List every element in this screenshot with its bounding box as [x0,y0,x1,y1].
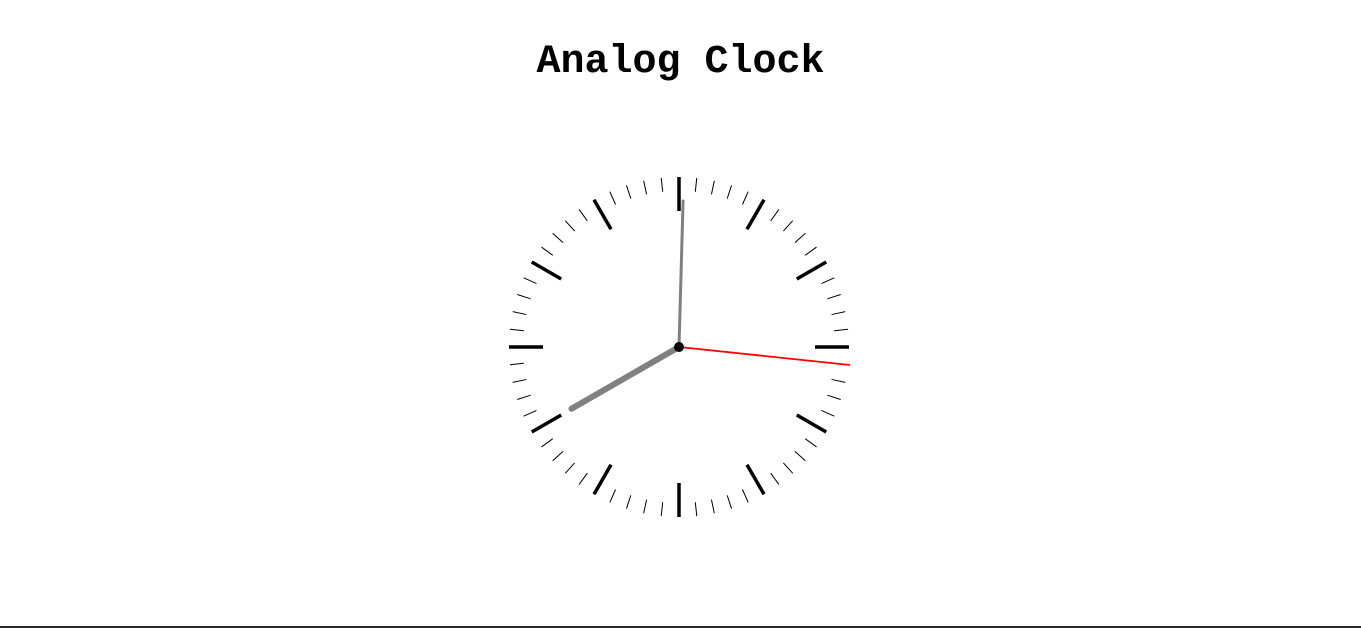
minor-tick [831,378,846,383]
minor-tick [783,462,794,474]
minor-tick [794,232,806,243]
minor-tick [710,499,715,514]
minor-tick [512,378,527,383]
center-pivot [674,342,684,352]
minor-tick [578,209,588,222]
minor-tick [552,232,564,243]
minor-tick [625,495,632,509]
minor-tick [726,185,733,199]
minor-tick [804,246,817,256]
minor-tick [578,472,588,485]
major-tick [745,198,766,231]
minor-tick [821,409,835,417]
minor-tick [564,462,575,474]
minor-tick [660,502,664,517]
minor-tick [517,293,531,300]
minor-tick [694,177,698,192]
major-tick [530,413,563,434]
minor-tick [509,362,524,366]
hour-hand [568,344,682,412]
minor-tick [512,311,527,316]
minor-tick [794,451,806,462]
minor-tick [509,328,524,332]
minor-tick [770,209,780,222]
minor-tick [643,499,648,514]
minor-tick [741,191,749,205]
minor-tick [523,277,537,285]
major-tick [795,260,828,281]
minor-tick [609,489,617,503]
minor-tick [564,220,575,232]
minor-tick [827,394,841,401]
minor-tick [660,177,664,192]
minor-tick [517,394,531,401]
minor-tick [827,293,841,300]
minor-tick [541,246,554,256]
major-tick [530,260,563,281]
major-tick [592,463,613,496]
minor-tick [541,438,554,448]
minor-tick [783,220,794,232]
minor-tick [831,311,846,316]
major-tick [795,413,828,434]
minor-tick [770,472,780,485]
major-tick [592,198,613,231]
minor-tick [834,328,849,332]
minor-tick [552,451,564,462]
minor-tick [643,180,648,195]
minor-tick [694,502,698,517]
minor-tick [609,191,617,205]
minor-tick [625,185,632,199]
major-tick [745,463,766,496]
second-hand [678,346,851,366]
minor-tick [821,277,835,285]
page-title: Analog Clock [536,40,825,85]
minor-tick [710,180,715,195]
minute-hand [677,199,685,349]
minor-tick [741,489,749,503]
minor-tick [726,495,733,509]
minor-tick [523,409,537,417]
minor-tick [804,438,817,448]
analog-clock [509,177,851,517]
